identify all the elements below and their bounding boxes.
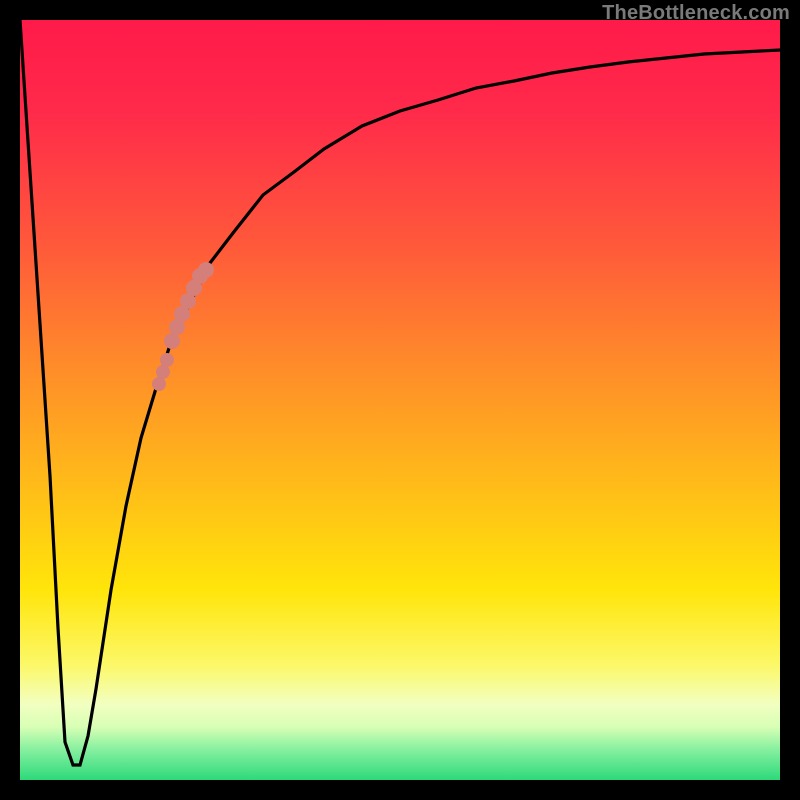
curve-svg bbox=[20, 20, 780, 780]
plot-area bbox=[20, 20, 780, 780]
highlight-lower bbox=[152, 353, 174, 391]
highlight-upper bbox=[164, 262, 214, 349]
chart-stage: TheBottleneck.com bbox=[0, 0, 800, 800]
bottleneck-curve-path bbox=[20, 20, 780, 765]
